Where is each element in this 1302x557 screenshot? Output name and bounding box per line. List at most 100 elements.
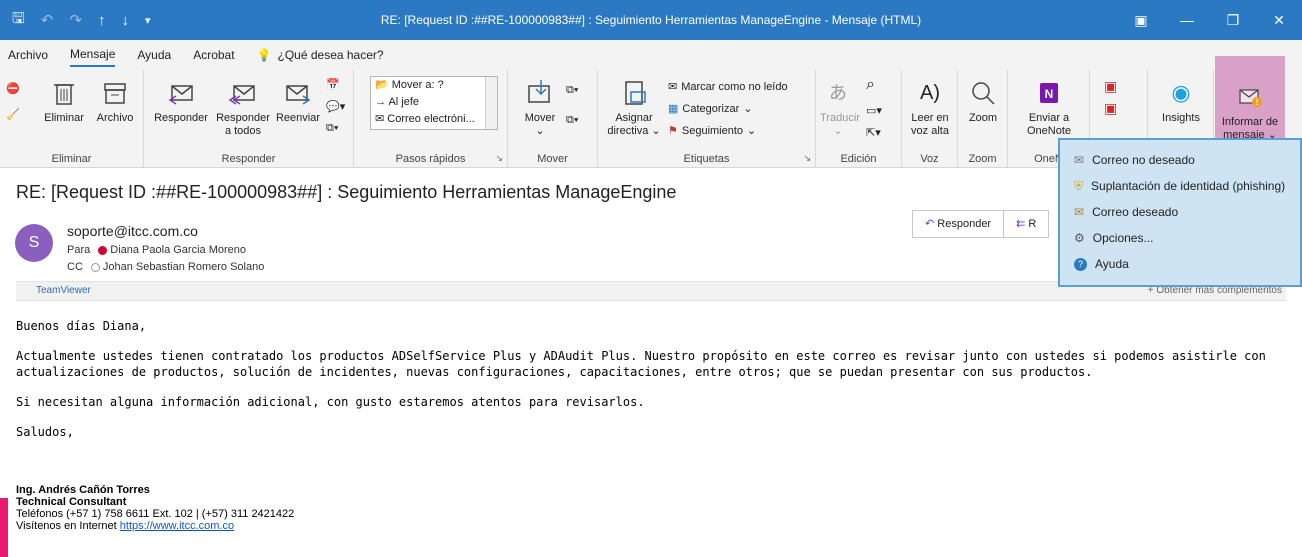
reply-button[interactable]: Responder [152, 78, 210, 125]
junk-mail-icon: ✉ [1074, 153, 1085, 167]
dialog-launcher-icon[interactable]: ↘ [803, 153, 811, 164]
signature-name: Ing. Andrés Cañón Torres [16, 484, 150, 496]
tab-archivo[interactable]: Archivo [8, 44, 48, 66]
tab-acrobat[interactable]: Acrobat [193, 44, 234, 66]
quick-access-toolbar: 🖫 ↶ ↷ ↑ ↓ ▾ [0, 8, 150, 33]
presence-busy-icon [98, 245, 108, 255]
menu-item-phishing[interactable]: ⛨ Suplantación de identidad (phishing) [1074, 176, 1285, 196]
policy-icon [625, 81, 646, 105]
flag-icon: ⚑ [668, 125, 678, 137]
sender-address[interactable]: soporte@itcc.com.co [67, 223, 198, 239]
next-item-icon[interactable]: ↓ [121, 12, 129, 29]
body-paragraph: Si necesitan alguna información adiciona… [16, 395, 645, 409]
menu-item-junk[interactable]: ✉ Correo no deseado [1074, 150, 1195, 170]
group-voz: A) Leer en voz alta Voz [902, 70, 958, 168]
quick-steps-gallery: 📂 Mover a: ? → Al jefe ✉ Correo electrón… [370, 76, 498, 130]
followup-button[interactable]: ⚑ Seguimiento ⌄ [668, 124, 756, 138]
menu-item-not-junk[interactable]: ✉ Correo deseado [1074, 202, 1178, 222]
redo-icon[interactable]: ↷ [69, 11, 82, 29]
related-icon[interactable]: ▭▾ [866, 104, 882, 117]
tab-mensaje[interactable]: Mensaje [70, 43, 116, 67]
signature-web: Visítenos en Internet https://www.itcc.c… [16, 520, 235, 532]
send-onenote-button[interactable]: N Enviar a OneNote [1020, 78, 1078, 138]
reply-all-button[interactable]: Responder a todos [214, 78, 272, 138]
close-icon[interactable]: ✕ [1256, 12, 1302, 29]
cleanup-icon[interactable]: 🧹 [6, 108, 20, 121]
inline-reply-button[interactable]: ↶ Responder [912, 210, 1005, 238]
addin-teamviewer[interactable]: TeamViewer [36, 285, 91, 296]
translate-icon: あ [829, 83, 847, 103]
tell-me-search[interactable]: 💡 ¿Qué desea hacer? [257, 48, 384, 62]
menu-item-help[interactable]: ? Ayuda [1074, 254, 1129, 274]
zoom-icon [972, 82, 995, 105]
restore-icon[interactable]: ❐ [1210, 12, 1256, 29]
greeting: Buenos días Diana, [16, 319, 147, 333]
reply-all-icon [228, 85, 255, 105]
categories-icon: ▦ [668, 103, 679, 115]
read-aloud-button[interactable]: A) Leer en voz alta [906, 78, 954, 138]
dialog-launcher-icon[interactable]: ↘ [495, 153, 503, 164]
more-respond-icon[interactable]: ⧉▾ [326, 122, 338, 135]
ignore-icon[interactable]: ⛔ [6, 82, 20, 95]
svg-text:N: N [1045, 87, 1054, 101]
lightbulb-icon: 💡 [256, 48, 272, 62]
rules-icon[interactable]: ⧉▾ [566, 84, 578, 97]
gallery-scrollbar[interactable] [485, 77, 497, 129]
inline-reply-all-button[interactable]: ⇇ R [1003, 210, 1050, 238]
inline-reply-buttons: ↶ Responder ⇇ R [912, 210, 1050, 238]
actions-icon[interactable]: ⧉▾ [566, 114, 578, 127]
move-button[interactable]: Mover ⌄ [518, 78, 562, 138]
customize-toolbar-icon[interactable]: ▾ [145, 14, 151, 27]
undo-icon[interactable]: ↶ [41, 11, 54, 29]
to-recipient[interactable]: Diana Paola Garcia Moreno [110, 244, 246, 256]
forward-icon [286, 85, 311, 105]
insights-button[interactable]: ◉ Insights [1154, 78, 1208, 125]
meeting-icon[interactable]: 📅 [326, 78, 340, 91]
signature-phones: Teléfonos (+57 1) 758 6611 Ext. 102 | (+… [16, 508, 295, 520]
forward-button[interactable]: Reenviar [274, 78, 322, 125]
archive-button[interactable]: Archivo [90, 78, 140, 125]
ribbon-tabs: Archivo Mensaje Ayuda Acrobat 💡 ¿Qué des… [0, 40, 1302, 70]
reply-all-icon: ⇇ [1016, 218, 1026, 230]
ribbon-display-icon[interactable]: ▣ [1118, 12, 1164, 29]
reply-icon: ↶ [925, 218, 935, 230]
report-message-icon: ! [1239, 89, 1262, 107]
help-icon: ? [1074, 257, 1087, 271]
envelope-icon: ✉ [668, 81, 678, 93]
website-link[interactable]: https://www.itcc.com.co [120, 520, 234, 532]
group-mover: Mover ⌄ ⧉▾ ⧉▾ Mover [508, 70, 598, 168]
onenote-icon: N [1040, 83, 1058, 103]
translate-button[interactable]: あ Traducir ⌄ [820, 78, 860, 138]
pdf-icon[interactable]: ▣ [1104, 78, 1117, 95]
insights-icon: ◉ [1171, 80, 1191, 105]
gear-icon: ⚙ [1074, 231, 1085, 245]
quick-step-move[interactable]: 📂 Mover a: ? [371, 77, 497, 94]
closing: Saludos, [16, 425, 74, 439]
reply-icon [168, 85, 193, 105]
group-edicion: あ Traducir ⌄ ⌕ ▭▾ ⇱▾ Edición [816, 70, 902, 168]
signature-role: Technical Consultant [16, 496, 127, 508]
report-message-menu: ✉ Correo no deseado ⛨ Suplantación de iden… [1058, 138, 1302, 287]
assign-policy-button[interactable]: Asignar directiva ⌄ [606, 78, 662, 138]
tab-ayuda[interactable]: Ayuda [137, 44, 171, 66]
zoom-button[interactable]: Zoom [962, 78, 1004, 125]
select-icon[interactable]: ⇱▾ [866, 126, 881, 139]
menu-item-options[interactable]: ⚙ Opciones... [1074, 228, 1153, 248]
signature: Ing. Andrés Cañón Torres Technical Consu… [16, 484, 294, 532]
avatar: S [15, 224, 53, 262]
find-icon[interactable]: ⌕ [866, 76, 875, 94]
cc-recipient[interactable]: Johan Sebastian Romero Solano [103, 261, 264, 273]
categorize-button[interactable]: ▦ Categorizar ⌄ [668, 102, 752, 116]
minimize-icon[interactable]: — [1164, 12, 1210, 28]
save-icon[interactable]: 🖫 [12, 8, 25, 33]
title-bar: 🖫 ↶ ↷ ↑ ↓ ▾ RE: [Request ID :##RE-100000… [0, 0, 1302, 40]
quick-step-manager[interactable]: → Al jefe [371, 94, 497, 111]
delete-button[interactable]: Eliminar [34, 78, 94, 125]
quick-step-email[interactable]: ✉ Correo electróni... [371, 111, 497, 128]
mark-unread-button[interactable]: ✉ Marcar como no leído [668, 80, 788, 94]
window-title: RE: [Request ID :##RE-100000983##] : Seg… [380, 13, 922, 27]
im-icon[interactable]: 💬▾ [326, 100, 345, 113]
group-etiquetas: Asignar directiva ⌄ ✉ Marcar como no leído… [598, 70, 816, 168]
pdf-share-icon[interactable]: ▣ [1104, 100, 1117, 117]
previous-item-icon[interactable]: ↑ [98, 12, 106, 29]
